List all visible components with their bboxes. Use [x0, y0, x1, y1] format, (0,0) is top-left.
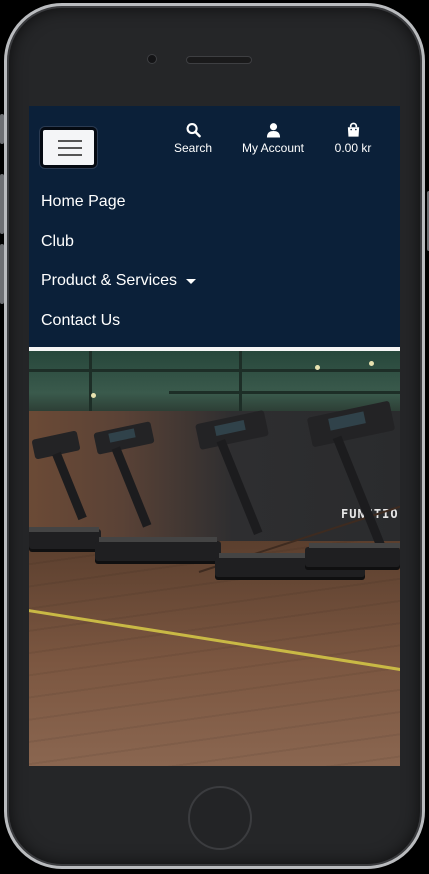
volume-down-button — [0, 244, 4, 304]
cart-total-label: 0.00 kr — [334, 141, 372, 155]
shopping-bag-icon — [347, 122, 359, 137]
nav-item-label: Contact Us — [41, 312, 121, 329]
home-button[interactable] — [188, 786, 252, 850]
nav-item-contact-us[interactable]: Contact Us — [41, 312, 120, 330]
search-button[interactable]: Search — [173, 122, 213, 158]
search-icon — [186, 123, 201, 138]
volume-up-button — [0, 174, 4, 234]
nav-item-club[interactable]: Club — [41, 233, 74, 251]
earpiece-speaker — [186, 56, 252, 64]
user-icon — [266, 123, 280, 138]
search-label: Search — [173, 141, 213, 155]
ceiling — [29, 351, 400, 411]
front-camera — [147, 54, 157, 64]
my-account-button[interactable]: My Account — [237, 122, 309, 158]
cart-button[interactable]: 0.00 kr — [331, 122, 375, 158]
nav-item-label: Product & Services — [41, 272, 178, 289]
nav-item-product-services[interactable]: Product & Services — [41, 272, 197, 290]
caret-down-icon — [186, 278, 197, 284]
hero-image-gym-treadmills: FUNCTIO — [29, 351, 400, 766]
nav-item-label: Club — [41, 233, 74, 250]
mute-switch — [0, 114, 4, 144]
nav-item-home-page[interactable]: Home Page — [41, 193, 126, 211]
my-account-label: My Account — [241, 141, 305, 155]
nav-item-label: Home Page — [41, 193, 126, 210]
phone-screen: Search My Account 0.00 kr Home Page Club — [29, 106, 400, 766]
menu-toggle-button[interactable] — [40, 127, 97, 168]
navbar: Search My Account 0.00 kr Home Page Club — [29, 106, 400, 347]
